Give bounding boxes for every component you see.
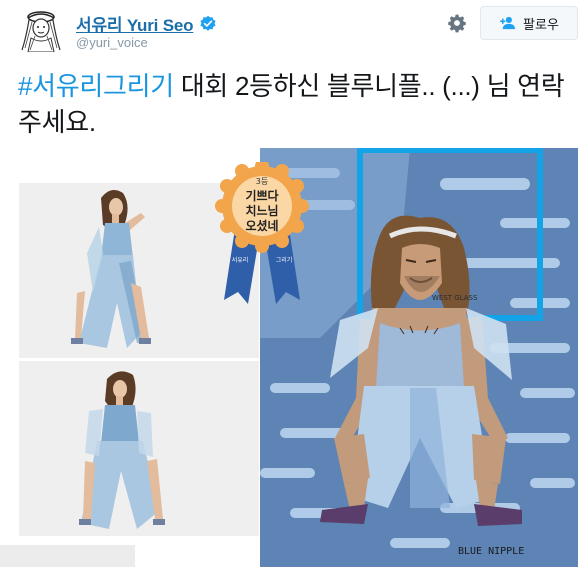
hashtag-link[interactable]: #서유리그리기	[18, 71, 174, 101]
ribbon-text-right: 그리기	[276, 256, 293, 264]
badge-line-4: 오셨네	[245, 218, 278, 233]
shirt-label: WEST GLASS	[432, 294, 478, 302]
ribbon-text-left: 서유리	[232, 256, 249, 264]
badge-line-1: 3등	[256, 177, 268, 186]
display-name[interactable]: 서유리 Yuri Seo	[76, 11, 193, 36]
follow-button[interactable]: 팔로우	[480, 6, 578, 40]
tweet-text: #서유리그리기 대회 2등하신 블루니플.. (...) 님 연락주세요.	[18, 68, 578, 140]
badge-line-2: 기쁘다	[245, 188, 278, 203]
verified-badge-icon	[200, 15, 216, 31]
badge-line-3: 치느님	[245, 203, 278, 218]
author-row: 서유리 Yuri Seo	[76, 11, 217, 36]
user-handle[interactable]: @yuri_voice	[76, 35, 148, 50]
photo-bottom[interactable]	[19, 361, 259, 536]
avatar[interactable]	[16, 8, 66, 52]
drawing-signature: BLUE NIPPLE	[458, 546, 524, 557]
add-user-icon	[500, 16, 516, 30]
award-badge: 3등 기쁘다 치느님 오셨네 서유리 그리기	[215, 162, 309, 304]
bottom-overlay-tab	[0, 545, 135, 567]
follow-label: 팔로우	[523, 16, 559, 32]
gear-icon[interactable]	[447, 13, 467, 33]
